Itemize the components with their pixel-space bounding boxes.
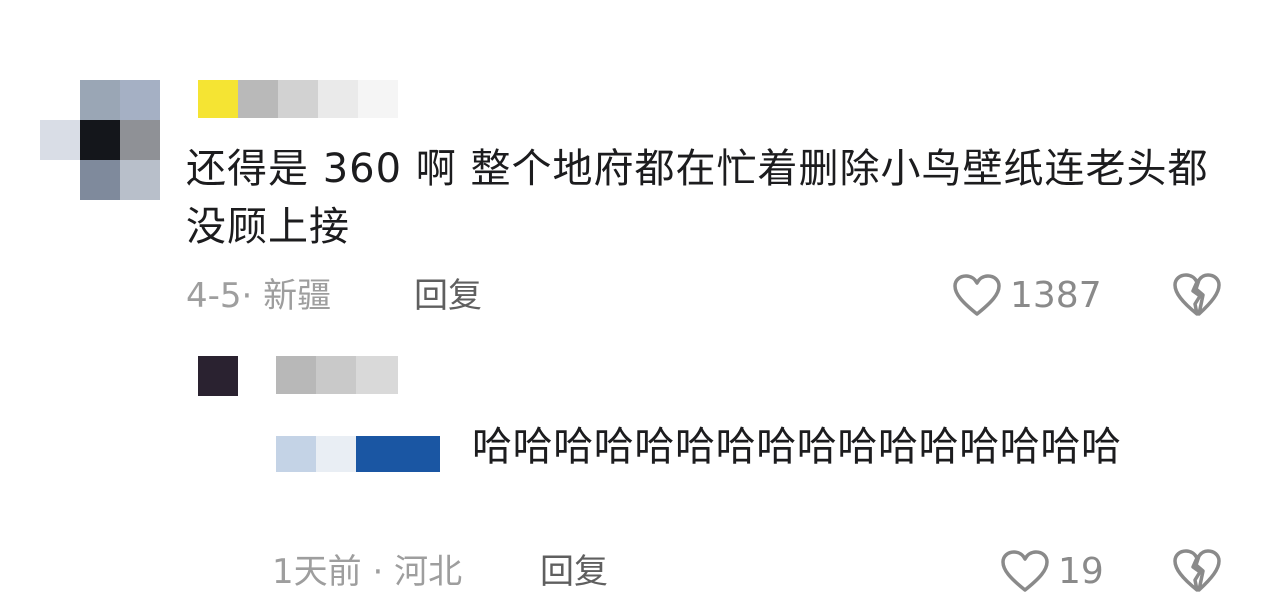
comment-time: 4-5 — [186, 276, 242, 316]
like-count: 1387 — [1010, 275, 1102, 316]
like-button[interactable]: 19 — [1000, 550, 1104, 594]
username-blurred[interactable] — [276, 356, 398, 396]
reply-button[interactable]: 回复 — [540, 552, 608, 592]
heart-outline-icon — [953, 274, 1001, 316]
avatar[interactable] — [198, 356, 238, 396]
comment-meta: 4-5· 新疆 — [186, 276, 332, 316]
comment-text: 还得是 360 啊 整个地府都在忙着删除小鸟壁纸连老头都没顾上接 — [186, 146, 1209, 250]
comment-meta: 1天前 · 河北 — [272, 552, 463, 592]
comment-location: 河北 — [394, 552, 463, 592]
comment-location: 新疆 — [263, 276, 332, 316]
like-button[interactable]: 1387 — [952, 274, 1102, 318]
avatar[interactable] — [40, 80, 160, 200]
like-count: 19 — [1058, 551, 1104, 592]
broken-heart-icon[interactable] — [1172, 548, 1222, 594]
username-blurred[interactable] — [198, 80, 398, 120]
comment-time: 1天前 — [272, 552, 362, 592]
comment-text: 哈哈哈哈哈哈哈哈哈哈哈哈哈哈哈哈 — [472, 424, 1122, 470]
heart-outline-icon — [1001, 550, 1049, 592]
broken-heart-icon[interactable] — [1172, 272, 1222, 318]
reply-button[interactable]: 回复 — [414, 276, 482, 316]
